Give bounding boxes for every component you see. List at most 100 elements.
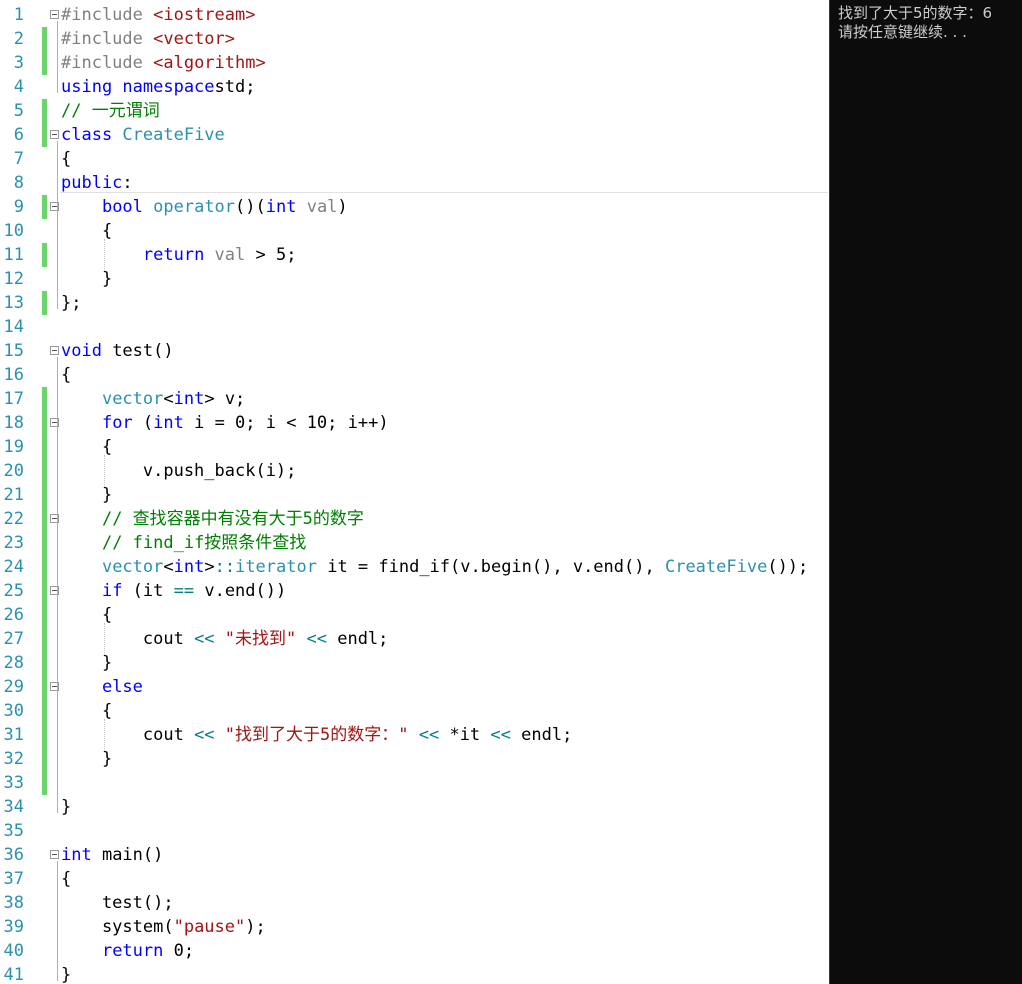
change-marker	[42, 747, 47, 771]
indent-guide	[104, 239, 105, 271]
line-number: 6	[13, 125, 24, 145]
code-line[interactable]: 14	[0, 315, 828, 339]
collapse-icon[interactable]	[50, 850, 59, 859]
code-line[interactable]: 10 {	[0, 219, 828, 243]
line-number: 3	[13, 53, 24, 73]
change-marker	[42, 435, 47, 459]
code-line[interactable]: 1 #include <iostream>	[0, 3, 828, 27]
code-line[interactable]: 33	[0, 771, 828, 795]
code-line[interactable]: 2 #include <vector>	[0, 27, 828, 51]
line-number: 30	[3, 701, 24, 721]
line-number: 28	[3, 653, 24, 673]
code-text: #include <iostream>	[61, 5, 256, 25]
code-editor[interactable]: 1 #include <iostream> 2 #include <vector> 3 #…	[0, 0, 828, 984]
code-text: #include <vector>	[61, 29, 236, 49]
change-marker	[42, 411, 47, 435]
code-line[interactable]: 15 void test()	[0, 339, 828, 363]
code-line[interactable]: 3 #include <algorithm>	[0, 51, 828, 75]
collapse-icon[interactable]	[50, 346, 59, 355]
code-line[interactable]: 31 cout << "找到了大于5的数字：" << *it << endl;	[0, 723, 828, 747]
outline-guide	[57, 141, 58, 309]
line-number: 11	[3, 245, 24, 265]
change-marker	[42, 579, 47, 603]
change-marker	[42, 243, 47, 267]
code-text: if (it == v.end())	[101, 581, 287, 601]
code-line[interactable]: 12 }	[0, 267, 828, 291]
code-line[interactable]: 36 int main()	[0, 843, 828, 867]
line-number: 25	[3, 581, 24, 601]
line-number: 40	[3, 941, 24, 961]
code-line[interactable]: 5 // 一元谓词	[0, 99, 828, 123]
outline-guide	[57, 861, 58, 981]
code-line[interactable]: 26 {	[0, 603, 828, 627]
code-line[interactable]: 20 v.push_back(i);	[0, 459, 828, 483]
line-number: 4	[13, 77, 24, 97]
change-marker	[42, 507, 47, 531]
console-window[interactable]: 找到了大于5的数字：6 请按任意键继续. . .	[829, 0, 1022, 984]
line-number: 17	[3, 389, 24, 409]
line-number: 32	[3, 749, 24, 769]
code-line[interactable]: 39 system("pause");	[0, 915, 828, 939]
line-number: 20	[3, 461, 24, 481]
code-line[interactable]: 38 test();	[0, 891, 828, 915]
code-text: return 0;	[101, 941, 195, 961]
code-line[interactable]: 37 {	[0, 867, 828, 891]
code-text: test();	[61, 893, 174, 913]
code-text: return val > 5;	[142, 245, 297, 265]
change-marker	[42, 99, 47, 123]
change-marker	[42, 51, 47, 75]
line-number: 16	[3, 365, 24, 385]
code-line[interactable]: 11 return val > 5;	[0, 243, 828, 267]
code-line[interactable]: 4 using namespacestd;	[0, 75, 828, 99]
code-text: {	[61, 365, 72, 385]
change-marker	[42, 123, 47, 147]
code-line[interactable]: 32 }	[0, 747, 828, 771]
indent-guide	[104, 623, 105, 655]
code-line[interactable]: 23 // find_if按照条件查找	[0, 531, 828, 555]
code-line[interactable]: 22 // 查找容器中有没有大于5的数字	[0, 507, 828, 531]
code-line[interactable]: 40 return 0;	[0, 939, 828, 963]
code-line[interactable]: 25 if (it == v.end())	[0, 579, 828, 603]
code-line[interactable]: 8 public:	[0, 171, 828, 195]
code-line[interactable]: 35	[0, 819, 828, 843]
code-text: void test()	[61, 341, 174, 361]
collapse-icon[interactable]	[50, 130, 59, 139]
code-line[interactable]: 9 bool operator()(int val)	[0, 195, 828, 219]
code-line[interactable]: 24 vector<int>::iterator it = find_if(v.…	[0, 555, 828, 579]
change-marker	[42, 483, 47, 507]
code-line[interactable]: 34}	[0, 795, 828, 819]
code-line[interactable]: 27 cout << "未找到" << endl;	[0, 627, 828, 651]
code-text: system("pause");	[61, 917, 266, 937]
line-number: 41	[3, 965, 24, 984]
change-marker	[42, 555, 47, 579]
line-number: 12	[3, 269, 24, 289]
change-marker	[42, 627, 47, 651]
code-text: bool operator()(int val)	[101, 197, 348, 217]
change-marker	[42, 675, 47, 699]
indent-guide	[104, 719, 105, 751]
code-text: }	[61, 965, 72, 984]
code-line[interactable]: 41}	[0, 963, 828, 984]
code-line[interactable]: 17 vector<int> v;	[0, 387, 828, 411]
code-line[interactable]: 13};	[0, 291, 828, 315]
code-line[interactable]: 29 else	[0, 675, 828, 699]
change-marker	[42, 27, 47, 51]
line-number: 9	[13, 197, 24, 217]
code-text: cout << "未找到" << endl;	[61, 629, 389, 649]
code-line[interactable]: 16 {	[0, 363, 828, 387]
code-line[interactable]: 28 }	[0, 651, 828, 675]
code-line[interactable]: 21 }	[0, 483, 828, 507]
line-number: 27	[3, 629, 24, 649]
line-number: 26	[3, 605, 24, 625]
code-line[interactable]: 30 {	[0, 699, 828, 723]
code-line[interactable]: 18 for (int i = 0; i < 10; i++)	[0, 411, 828, 435]
code-line[interactable]: 6 class CreateFive	[0, 123, 828, 147]
code-line[interactable]: 19 {	[0, 435, 828, 459]
collapse-icon[interactable]	[50, 10, 59, 19]
console-output-line: 找到了大于5的数字：6	[838, 4, 993, 22]
code-line[interactable]: 7{	[0, 147, 828, 171]
code-text: v.push_back(i);	[61, 461, 297, 481]
line-number: 2	[13, 29, 24, 49]
code-text: {	[61, 149, 72, 169]
line-number: 35	[3, 821, 24, 841]
